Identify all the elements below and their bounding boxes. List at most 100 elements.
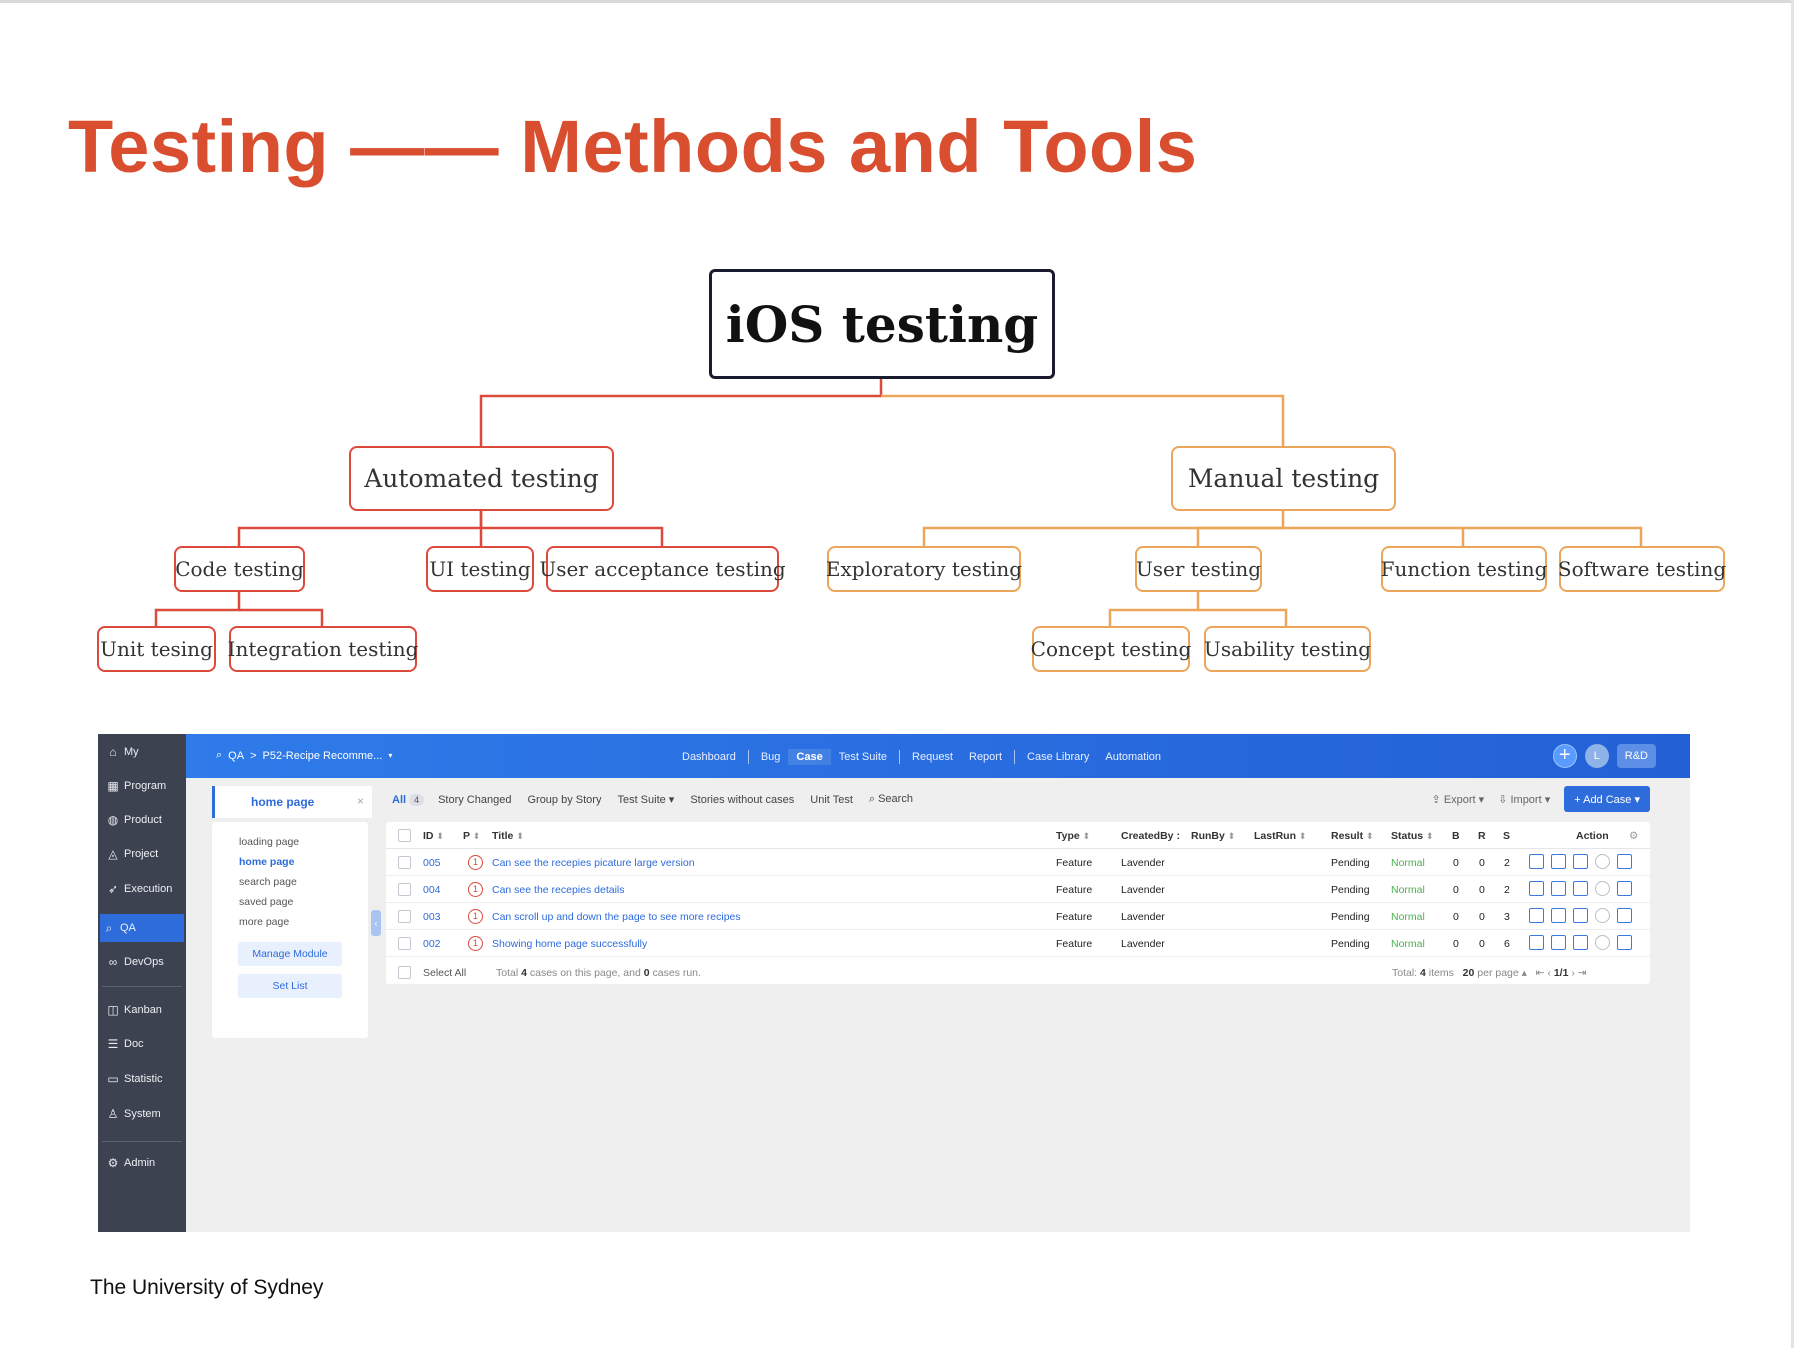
last-page-icon[interactable]: ⇥ [1578, 967, 1587, 979]
row-checkbox[interactable] [398, 910, 411, 923]
col-priority[interactable]: P ⬍ [463, 830, 480, 842]
table-row[interactable]: 004 1 Can see the recepies details Featu… [386, 876, 1650, 903]
case-title[interactable]: Can scroll up and down the page to see m… [492, 911, 741, 923]
view-icon[interactable] [1529, 935, 1544, 950]
import-button[interactable]: ⇩ Import ▾ [1498, 793, 1550, 806]
filter-stories-without-cases[interactable]: Stories without cases [690, 794, 794, 806]
module-search-page[interactable]: search page [239, 876, 297, 888]
bug-icon[interactable] [1595, 908, 1610, 923]
case-id[interactable]: 003 [423, 911, 441, 923]
case-title[interactable]: Can see the recepies picature large vers… [492, 857, 695, 869]
module-more-page[interactable]: more page [239, 916, 289, 928]
sidebar-item-doc[interactable]: ☰ Doc [104, 1030, 180, 1058]
edit-icon[interactable] [1573, 908, 1588, 923]
table-row[interactable]: 005 1 Can see the recepies picature larg… [386, 849, 1650, 876]
export-button[interactable]: ⇪ Export ▾ [1432, 793, 1485, 806]
set-list-button[interactable]: Set List [238, 974, 342, 998]
nav-test-suite[interactable]: Test Suite [831, 751, 895, 763]
filter-all[interactable]: All 4 [392, 793, 425, 806]
sidebar-item-project[interactable]: ◬ Project [104, 840, 180, 868]
vision-switch-badge[interactable]: R&D [1616, 744, 1656, 768]
select-all-checkbox[interactable] [398, 966, 411, 979]
col-run-by[interactable]: RunBy ⬍ [1191, 830, 1235, 842]
case-title[interactable]: Showing home page successfully [492, 938, 647, 950]
col-type[interactable]: Type ⬍ [1056, 830, 1090, 842]
select-all-label[interactable]: Select All [423, 967, 466, 979]
prev-page-icon[interactable]: ‹ [1547, 967, 1551, 979]
row-checkbox[interactable] [398, 856, 411, 869]
nav-dashboard[interactable]: Dashboard [674, 751, 744, 763]
run-icon[interactable] [1551, 935, 1566, 950]
add-case-button[interactable]: + Add Case ▾ [1564, 786, 1650, 812]
collapse-sidebar-handle[interactable]: ‹ [371, 910, 381, 936]
copy-icon[interactable] [1617, 854, 1632, 869]
manage-module-button[interactable]: Manage Module [238, 942, 342, 966]
bug-icon[interactable] [1595, 854, 1610, 869]
sidebar-item-program[interactable]: ▦ Program [104, 772, 180, 800]
project-selector[interactable]: P52-Recipe Recomme... [263, 750, 383, 762]
sidebar-item-system[interactable]: ♙ System [104, 1100, 180, 1128]
row-checkbox[interactable] [398, 937, 411, 950]
edit-icon[interactable] [1573, 935, 1588, 950]
select-all-checkbox-header[interactable] [398, 829, 411, 842]
nav-automation[interactable]: Automation [1097, 751, 1169, 763]
nav-bug[interactable]: Bug [753, 751, 789, 763]
col-result[interactable]: Result ⬍ [1331, 830, 1374, 842]
col-title[interactable]: Title ⬍ [492, 830, 524, 842]
row-checkbox[interactable] [398, 883, 411, 896]
sidebar-item-kanban[interactable]: ◫ Kanban [104, 996, 180, 1024]
table-row[interactable]: 002 1 Showing home page successfully Fea… [386, 930, 1650, 957]
filter-story-changed[interactable]: Story Changed [438, 794, 511, 806]
bug-icon[interactable] [1595, 935, 1610, 950]
filter-unit-test[interactable]: Unit Test [810, 794, 853, 806]
case-id[interactable]: 004 [423, 884, 441, 896]
view-icon[interactable] [1529, 908, 1544, 923]
copy-icon[interactable] [1617, 881, 1632, 896]
module-loading-page[interactable]: loading page [239, 836, 299, 848]
sidebar-item-statistic[interactable]: ▭ Statistic [104, 1065, 180, 1093]
run-icon[interactable] [1551, 908, 1566, 923]
edit-icon[interactable] [1573, 881, 1588, 896]
search-button[interactable]: ⌕ Search [869, 793, 913, 806]
first-page-icon[interactable]: ⇤ [1536, 967, 1545, 979]
sidebar-item-devops[interactable]: ∞ DevOps [104, 948, 180, 976]
settings-gear-icon[interactable]: ⚙ [1629, 830, 1638, 842]
col-status[interactable]: Status ⬍ [1391, 830, 1434, 842]
sidebar-item-my[interactable]: ⌂ My [104, 738, 180, 766]
breadcrumb-qa[interactable]: QA [228, 750, 244, 762]
copy-icon[interactable] [1617, 935, 1632, 950]
case-id[interactable]: 005 [423, 857, 441, 869]
col-id[interactable]: ID ⬍ [423, 830, 444, 842]
view-icon[interactable] [1529, 854, 1544, 869]
module-tab-home-page[interactable]: home page × [212, 786, 372, 818]
case-title[interactable]: Can see the recepies details [492, 884, 625, 896]
col-last-run[interactable]: LastRun ⬍ [1254, 830, 1306, 842]
col-created-by[interactable]: CreatedBy : [1121, 830, 1180, 842]
next-page-icon[interactable]: › [1571, 967, 1575, 979]
avatar[interactable]: L [1584, 744, 1609, 768]
filter-test-suite[interactable]: Test Suite ▾ [617, 793, 674, 806]
module-saved-page[interactable]: saved page [239, 896, 293, 908]
view-icon[interactable] [1529, 881, 1544, 896]
run-icon[interactable] [1551, 854, 1566, 869]
sidebar-item-admin[interactable]: ⚙ Admin [104, 1149, 180, 1177]
nav-case-library[interactable]: Case Library [1019, 751, 1097, 763]
nav-case[interactable]: Case [788, 749, 831, 765]
sidebar-item-qa[interactable]: ⌕ QA [100, 914, 184, 942]
table-row[interactable]: 003 1 Can scroll up and down the page to… [386, 903, 1650, 930]
case-id[interactable]: 002 [423, 938, 441, 950]
run-icon[interactable] [1551, 881, 1566, 896]
module-home-page[interactable]: home page [239, 856, 294, 868]
bug-icon[interactable] [1595, 881, 1610, 896]
chevron-down-icon[interactable]: ▾ [388, 751, 392, 760]
sidebar-item-execution[interactable]: ➶ Execution [104, 875, 180, 903]
edit-icon[interactable] [1573, 854, 1588, 869]
filter-group-by-story[interactable]: Group by Story [527, 794, 601, 806]
nav-report[interactable]: Report [961, 751, 1010, 763]
create-button[interactable]: + [1552, 744, 1577, 768]
nav-request[interactable]: Request [904, 751, 961, 763]
sidebar-item-product[interactable]: ◍ Product [104, 806, 180, 834]
copy-icon[interactable] [1617, 908, 1632, 923]
per-page-select[interactable]: 20 [1463, 967, 1475, 979]
close-icon[interactable]: × [357, 794, 364, 808]
